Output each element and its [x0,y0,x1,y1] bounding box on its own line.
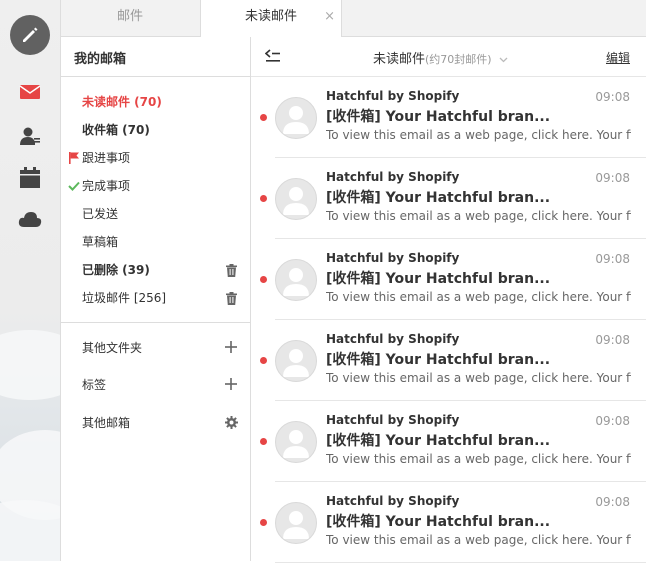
mail-subject: [收件箱] Your Hatchful bran... [326,271,551,287]
default-avatar-icon [283,511,309,539]
mail-list-header: 未读邮件(约70封邮件) 编辑 [251,37,646,77]
mail-sender: Hatchful by Shopify [326,332,460,346]
unread-dot [260,519,267,526]
mail-preview: To view this email as a web page, click … [326,128,631,142]
folder-inbox[interactable]: 收件箱 (70) [82,120,150,140]
tab-mail[interactable]: 邮件 [61,0,199,36]
folder-followup[interactable]: 跟进事项 [82,148,130,168]
other-folders[interactable]: 其他文件夹 [82,338,142,358]
edit-link[interactable]: 编辑 [606,49,630,66]
plus-icon[interactable] [224,374,238,394]
mail-sender: Hatchful by Shopify [326,89,460,103]
mail-preview: To view this email as a web page, click … [326,371,631,385]
mail-preview: To view this email as a web page, click … [326,209,631,223]
divider [61,76,250,77]
mail-subject: [收件箱] Your Hatchful bran... [326,514,551,530]
calendar-icon [20,167,40,188]
mail-list-title[interactable]: 未读邮件(约70封邮件) [373,48,508,67]
mail-list-panel: 未读邮件(约70封邮件) 编辑 Hatchful by Shopify 09:08… [251,37,646,563]
mail-nav-button[interactable] [18,80,42,104]
avatar [275,178,317,220]
mail-time: 09:08 [595,252,630,266]
folder-spam[interactable]: 垃圾邮件 [256] [82,288,166,308]
mail-row[interactable]: Hatchful by Shopify 09:08 [收件箱] Your Hatch… [251,239,646,320]
mail-preview: To view this email as a web page, click … [326,290,631,304]
flag-icon [67,148,81,168]
trash-icon[interactable] [224,260,238,280]
mail-row[interactable]: Hatchful by Shopify 09:08 [收件箱] Your Hatch… [251,77,646,158]
tab-close-icon[interactable]: × [324,0,335,34]
mail-row[interactable]: Hatchful by Shopify 09:08 [收件箱] Your Hatch… [251,482,646,563]
default-avatar-icon [283,430,309,458]
mail-row[interactable]: Hatchful by Shopify 09:08 [收件箱] Your Hatch… [251,401,646,482]
contacts-nav-button[interactable] [18,124,42,148]
left-rail [0,0,61,561]
mail-subject: [收件箱] Your Hatchful bran... [326,352,551,368]
mail-time: 09:08 [595,171,630,185]
unread-dot [260,438,267,445]
tab-unread-label: 未读邮件 [244,9,297,24]
mail-subject: [收件箱] Your Hatchful bran... [326,190,551,206]
avatar [275,259,317,301]
plus-icon[interactable] [224,337,238,357]
gear-icon[interactable] [224,412,238,432]
folder-drafts[interactable]: 草稿箱 [82,232,118,252]
cloud-drive-nav-button[interactable] [18,207,42,231]
divider [61,322,250,323]
trash-icon[interactable] [224,288,238,308]
folder-unread[interactable]: 未读邮件 (70) [82,92,162,112]
folder-sent[interactable]: 已发送 [82,204,118,224]
avatar [275,97,317,139]
mail-time: 09:08 [595,333,630,347]
mail-sender: Hatchful by Shopify [326,170,460,184]
other-mailboxes[interactable]: 其他邮箱 [82,413,130,433]
default-avatar-icon [283,106,309,134]
cloud-decoration [0,330,60,400]
collapse-sidebar-icon[interactable] [265,49,281,63]
mail-sender: Hatchful by Shopify [326,413,460,427]
unread-dot [260,114,267,121]
unread-dot [260,357,267,364]
mail-time: 09:08 [595,90,630,104]
mail-preview: To view this email as a web page, click … [326,533,631,547]
mail-row[interactable]: Hatchful by Shopify 09:08 [收件箱] Your Hatch… [251,320,646,401]
unread-dot [260,276,267,283]
mail-sender: Hatchful by Shopify [326,494,460,508]
compose-button[interactable] [10,15,50,55]
folder-deleted[interactable]: 已删除 (39) [82,260,150,280]
default-avatar-icon [283,349,309,377]
tab-bar: 邮件 未读邮件 × [61,0,646,37]
mail-count: (约70封邮件) [425,53,492,66]
contacts-icon [20,127,40,145]
default-avatar-icon [283,268,309,296]
compose-pen-icon [23,27,38,42]
chevron-down-icon [499,57,508,62]
mail-icon [19,85,41,99]
folder-panel: 我的邮箱 未读邮件 (70) 收件箱 (70) 跟进事项 完成事项 已发送 草稿… [61,37,251,561]
calendar-nav-button[interactable] [18,166,42,190]
cloud-icon [18,212,42,227]
folder-done[interactable]: 完成事项 [82,176,130,196]
mail-sender: Hatchful by Shopify [326,251,460,265]
default-avatar-icon [283,187,309,215]
folder-panel-title: 我的邮箱 [74,52,127,67]
cloud-decoration [0,500,60,561]
mail-preview: To view this email as a web page, click … [326,452,631,466]
mail-time: 09:08 [595,495,630,509]
mail-row[interactable]: Hatchful by Shopify 09:08 [收件箱] Your Hatch… [251,158,646,239]
check-icon [67,176,81,196]
tab-unread[interactable]: 未读邮件 × [200,0,342,37]
mail-list-title-label: 未读邮件 [373,52,426,67]
avatar [275,340,317,382]
unread-dot [260,195,267,202]
mail-subject: [收件箱] Your Hatchful bran... [326,433,551,449]
mail-time: 09:08 [595,414,630,428]
avatar [275,502,317,544]
mail-subject: [收件箱] Your Hatchful bran... [326,109,551,125]
tags[interactable]: 标签 [82,375,106,395]
avatar [275,421,317,463]
